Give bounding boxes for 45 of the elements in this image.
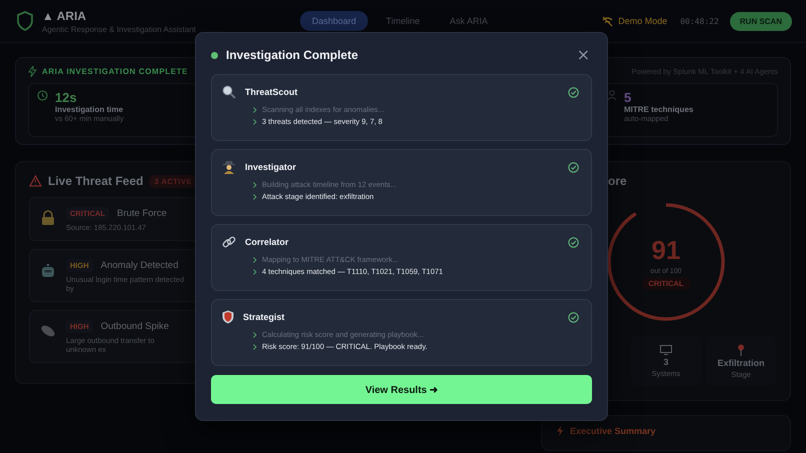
run-scan-button[interactable]: RUN SCAN — [730, 12, 792, 30]
clock-icon — [37, 90, 48, 101]
person-icon — [607, 90, 617, 101]
robot-icon — [40, 262, 56, 278]
warning-icon — [29, 175, 42, 187]
magnifier-icon — [222, 85, 236, 99]
demo-mode-label: Demo Mode — [618, 16, 668, 26]
dialog-title: Investigation Complete — [226, 48, 358, 62]
view-results-button[interactable]: View Results ➜ — [211, 375, 592, 404]
risk-score-value: 91 — [652, 234, 680, 266]
stat-value: 3 — [663, 356, 668, 366]
stat-value: 5 — [624, 90, 632, 105]
agent-name: ThreatScout — [245, 87, 298, 97]
pin-icon — [737, 344, 745, 356]
person-with-hat-icon — [222, 160, 236, 174]
shield-icon — [16, 11, 34, 31]
panel-title: ore — [608, 174, 627, 188]
bolt-icon — [28, 66, 37, 77]
link-icon — [222, 235, 236, 249]
nav-tab[interactable]: Dashboard — [300, 11, 368, 31]
threat-title: Brute Force — [117, 208, 167, 219]
stat-value: Exfiltration — [717, 358, 764, 368]
lock-icon — [40, 210, 56, 226]
app-subtitle: Agentic Response & Investigation Assistant — [42, 24, 196, 34]
close-button[interactable]: × — [574, 47, 592, 63]
clock: 00:48:22 — [680, 16, 719, 26]
agent-name: Strategist — [243, 312, 285, 322]
banner-title: ARIA INVESTIGATION COMPLETE — [42, 67, 188, 76]
stat-label: MITRE techniques — [624, 105, 694, 114]
threat-title: Outbound Spike — [100, 321, 169, 332]
nav-tab[interactable]: Ask ARIA — [438, 11, 500, 31]
card-title: Executive Summary — [570, 426, 656, 436]
agent-name: Investigator — [245, 162, 296, 172]
shield-icon — [222, 310, 234, 324]
agent-name: Correlator — [245, 237, 289, 247]
monitor-icon — [660, 344, 672, 354]
stat-label: Investigation time — [55, 105, 124, 114]
bolt-icon — [556, 426, 564, 436]
app-title: ▲ ARIA — [42, 8, 88, 22]
crossed-signal-icon — [602, 16, 614, 26]
nav-tab[interactable]: Timeline — [374, 11, 432, 31]
stat-value: 12s — [55, 90, 78, 105]
panel-title: Live Threat Feed — [48, 174, 144, 188]
threat-title: Anomaly Detected — [100, 260, 178, 271]
status-dot — [211, 52, 218, 58]
